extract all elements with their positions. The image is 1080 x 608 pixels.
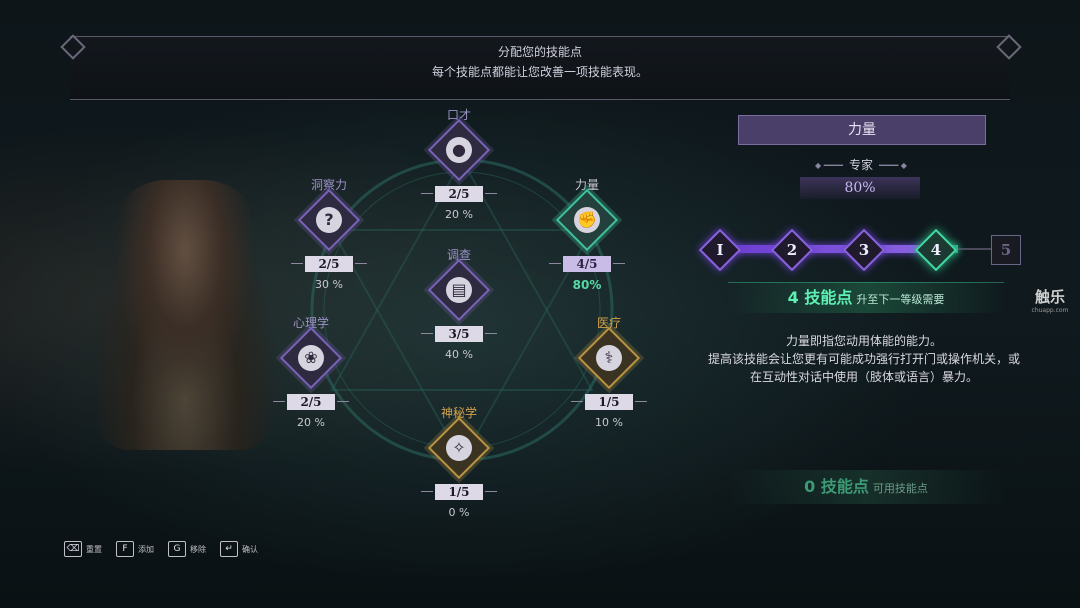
tier-label: 5 <box>1000 241 1012 259</box>
skill-description: 力量即指您动用体能的能力。 提高该技能会让您更有可能成功强行打开门或操作机关，或… <box>690 332 1038 386</box>
backspace-key-icon: ⌫ <box>64 541 82 557</box>
confirm-control[interactable]: ↵ 确认 <box>220 541 258 557</box>
rank-percent: 80% <box>800 177 920 199</box>
remove-control[interactable]: G 移除 <box>168 541 206 557</box>
character-portrait <box>90 180 280 450</box>
skill-value: 2/5 <box>273 394 349 410</box>
enter-key-icon: ↵ <box>220 541 238 557</box>
next-cost-number: 4 技能点 <box>787 288 853 307</box>
skill-eloquence[interactable]: 口才 ● 2/5 20 % <box>404 106 514 221</box>
reset-control[interactable]: ⌫ 重置 <box>64 541 102 557</box>
caduceus-icon: ⚕ <box>577 326 641 390</box>
tier-label: 3 <box>858 241 870 259</box>
skill-percent: 40 % <box>445 348 473 361</box>
tier-progress-bar <box>710 245 928 253</box>
watermark: 触乐 chuapp.com <box>1028 286 1072 314</box>
next-level-cost: 4 技能点 升至下一等级需要 <box>728 282 1004 313</box>
skill-strength[interactable]: 力量 ✊ 4/5 80% <box>532 176 642 292</box>
tier-3: 3 <box>842 228 886 272</box>
skill-insight[interactable]: 洞察力 ? 2/5 30 % <box>274 176 384 291</box>
coins-icon: ● <box>427 118 491 182</box>
documents-icon: ▤ <box>427 258 491 322</box>
tier-locked-bar <box>958 248 994 250</box>
skill-value: 2/5 <box>421 186 497 202</box>
description-line: 在互动性对话中使用（肢体或语言）暴力。 <box>749 370 978 384</box>
control-label: 确认 <box>242 544 258 554</box>
add-control[interactable]: F 添加 <box>116 541 154 557</box>
rank-title-text: 专家 <box>848 158 873 172</box>
instruction-banner: 分配您的技能点 每个技能点都能让您改善一项技能表现。 <box>70 36 1010 100</box>
skill-percent: 30 % <box>315 278 343 291</box>
tier-1: I <box>698 228 742 272</box>
banner-subtitle: 每个技能点都能让您改善一项技能表现。 <box>431 65 648 79</box>
tier-label: 4 <box>930 241 942 259</box>
next-cost-label: 升至下一等级需要 <box>856 293 945 306</box>
skill-value: 1/5 <box>421 484 497 500</box>
available-points: 0 技能点 可用技能点 <box>728 470 1004 504</box>
occult-sigil-icon: ✧ <box>427 416 491 480</box>
available-number: 0 技能点 <box>804 477 869 496</box>
tier-track: I 2 3 4 5 <box>698 228 1030 272</box>
tier-label: I <box>716 241 724 259</box>
skill-value: 3/5 <box>421 326 497 342</box>
skill-percent: 10 % <box>595 416 623 429</box>
skill-medicine[interactable]: 医疗 ⚕ 1/5 10 % <box>554 314 664 429</box>
control-label: 移除 <box>190 544 206 554</box>
g-key-icon: G <box>168 541 186 557</box>
tier-2: 2 <box>770 228 814 272</box>
skill-percent: 20 % <box>297 416 325 429</box>
tier-5-locked: 5 <box>991 235 1021 265</box>
skill-value: 2/5 <box>291 256 367 272</box>
description-line: 力量即指您动用体能的能力。 <box>785 334 942 348</box>
skill-value: 1/5 <box>571 394 647 410</box>
banner-title: 分配您的技能点 <box>497 45 582 59</box>
skill-percent: 0 % <box>448 506 470 519</box>
control-label: 添加 <box>138 544 154 554</box>
skill-value: 4/5 <box>549 256 625 272</box>
skill-percent: 20 % <box>445 208 473 221</box>
brain-icon: ❀ <box>279 326 343 390</box>
selected-skill-title: 力量 <box>738 115 986 145</box>
skill-occultism[interactable]: 神秘学 ✧ 1/5 0 % <box>404 404 514 519</box>
tier-4-current: 4 <box>914 228 958 272</box>
available-label: 可用技能点 <box>872 482 928 495</box>
f-key-icon: F <box>116 541 134 557</box>
fist-icon: ✊ <box>555 188 619 252</box>
watermark-url: chuapp.com <box>1031 307 1069 314</box>
skill-percent: 80% <box>572 278 602 292</box>
rank-title: 专家 <box>778 156 944 173</box>
question-mark-icon: ? <box>297 188 361 252</box>
tier-label: 2 <box>786 241 798 259</box>
description-line: 提高该技能会让您更有可能成功强行打开门或操作机关，或 <box>707 352 1020 366</box>
watermark-title: 触乐 <box>1034 288 1065 306</box>
control-label: 重置 <box>86 544 102 554</box>
skill-investigation[interactable]: 调查 ▤ 3/5 40 % <box>404 246 514 361</box>
control-hints: ⌫ 重置 F 添加 G 移除 ↵ 确认 <box>64 541 258 557</box>
skill-psychology[interactable]: 心理学 ❀ 2/5 20 % <box>256 314 366 429</box>
